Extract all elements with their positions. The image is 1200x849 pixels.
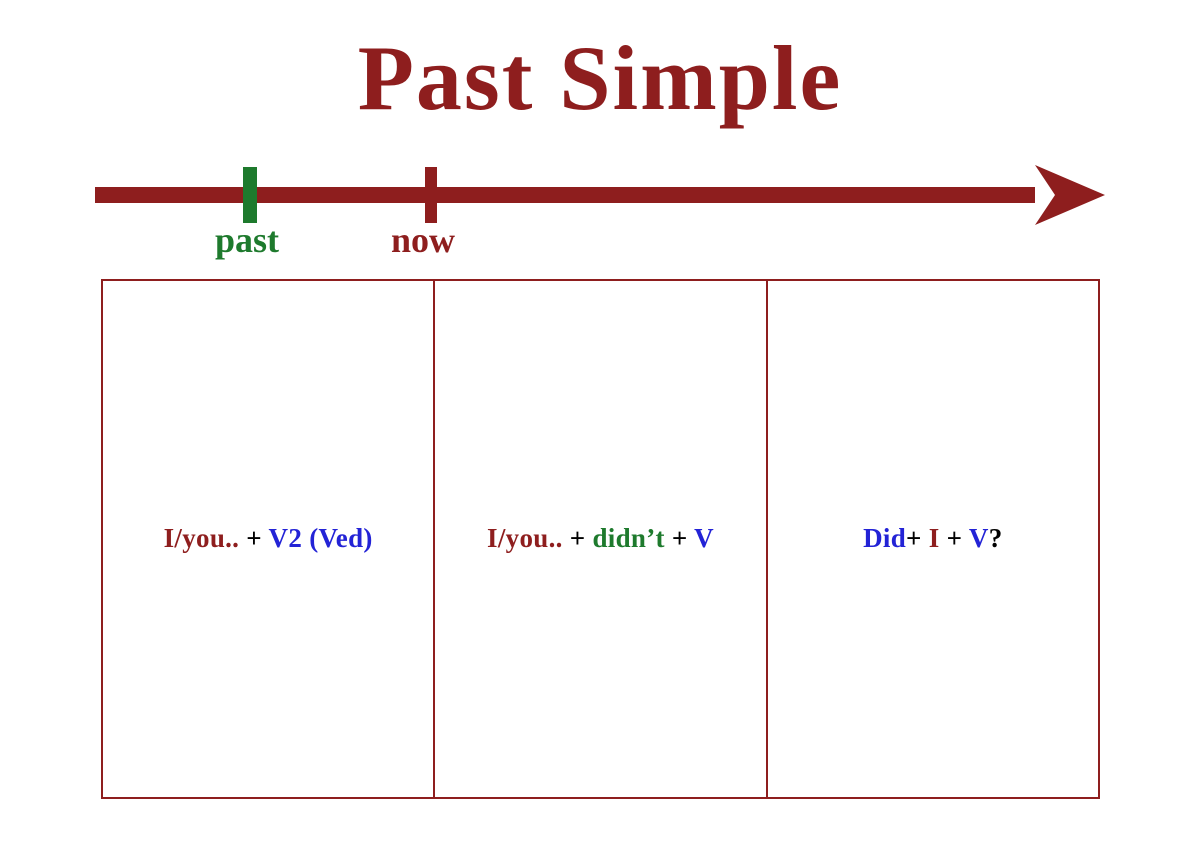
neg-subject: I/you.. xyxy=(487,523,570,553)
page-title: Past Simple xyxy=(0,25,1200,131)
aff-plus1: + xyxy=(246,523,268,553)
formula-affirmative: I/you.. + V2 (Ved) xyxy=(164,520,373,558)
neg-verb: V xyxy=(694,523,714,553)
cell-negative: I/you.. + didn’t + V xyxy=(435,281,767,797)
aff-verb: V2 (Ved) xyxy=(269,523,373,553)
q-subject: I xyxy=(929,523,947,553)
timeline-label-past: past xyxy=(215,219,279,261)
cell-question: Did+ I + V? xyxy=(768,281,1098,797)
timeline-label-now: now xyxy=(391,219,455,261)
aff-subject: I/you.. xyxy=(164,523,247,553)
neg-plus1: + xyxy=(570,523,593,553)
timeline: past now xyxy=(95,155,1105,255)
neg-plus2: + xyxy=(672,523,694,553)
q-verb: V xyxy=(969,523,989,553)
q-mark: ? xyxy=(989,523,1003,553)
formula-negative: I/you.. + didn’t + V xyxy=(487,520,714,558)
q-plus1: + xyxy=(906,523,929,553)
q-plus2: + xyxy=(947,523,969,553)
diagram-stage: Past Simple past now I/you.. + V2 (Ved) … xyxy=(0,0,1200,849)
formula-grid: I/you.. + V2 (Ved) I/you.. + didn’t + V … xyxy=(101,279,1100,799)
cell-affirmative: I/you.. + V2 (Ved) xyxy=(103,281,435,797)
neg-aux: didn’t xyxy=(592,523,671,553)
q-aux: Did xyxy=(863,523,906,553)
formula-question: Did+ I + V? xyxy=(863,520,1002,558)
